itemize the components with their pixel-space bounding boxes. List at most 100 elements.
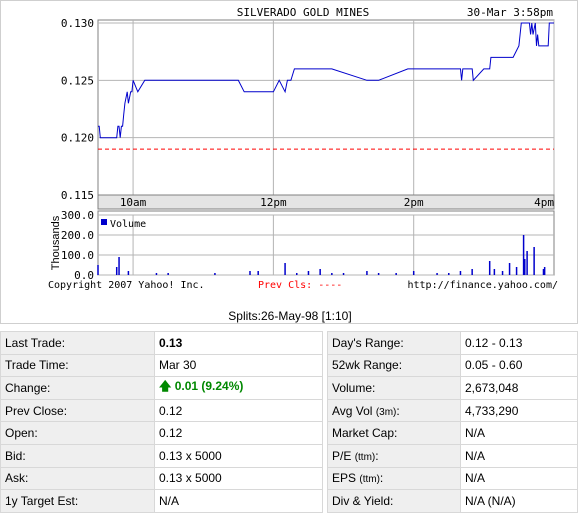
ask-label: Ask: xyxy=(0,466,155,491)
table-row: Market Cap: N/A xyxy=(327,421,578,445)
volume-plot-frame xyxy=(97,210,555,276)
price-tick-label: 0.130 xyxy=(61,17,94,30)
change-label: Change: xyxy=(0,376,155,400)
volume-label: Volume: xyxy=(327,376,461,400)
table-row: Day's Range: 0.12 - 0.13 xyxy=(327,331,578,355)
price-grid xyxy=(97,19,555,275)
eps-period: (ttm) xyxy=(359,474,380,486)
stock-chart-panel: SILVERADO GOLD MINES 30-Mar 3:58pm 0.130… xyxy=(0,0,578,324)
pe-label: P/E (ttm): xyxy=(327,443,461,468)
volume-bar xyxy=(412,271,415,275)
table-row: Avg Vol (3m): 4,733,290 xyxy=(327,398,578,423)
table-row: EPS (ttm): N/A xyxy=(327,466,578,491)
prev-close-label: Prev Cls: ---- xyxy=(258,280,342,291)
volume-bar xyxy=(115,267,118,275)
volume-value: 2,673,048 xyxy=(460,376,578,400)
volume-bar xyxy=(257,271,259,275)
table-row: Prev Close: 0.12 xyxy=(0,398,323,423)
volume-bar xyxy=(493,269,496,275)
volume-bar xyxy=(515,267,518,275)
volume-bar xyxy=(395,273,397,275)
volume-bar xyxy=(118,257,120,275)
time-axis-bar xyxy=(97,194,555,210)
eps-label: EPS (ttm): xyxy=(327,466,461,491)
table-row: Ask: 0.13 x 5000 xyxy=(0,466,323,491)
last-trade-label: Last Trade: xyxy=(0,331,155,355)
volume-bar xyxy=(436,273,438,275)
volume-bar xyxy=(155,273,158,275)
time-tick-labels: 10am 12pm 2pm 4pm xyxy=(97,194,555,210)
volume-bar xyxy=(97,265,99,275)
pe-value: N/A xyxy=(460,443,578,468)
volume-bar xyxy=(249,271,251,275)
source-url[interactable]: http://finance.yahoo.com/ xyxy=(407,280,558,291)
52wk-range-label: 52wk Range: xyxy=(327,353,461,378)
volume-bar xyxy=(459,271,462,275)
volume-bar xyxy=(543,267,546,275)
volume-bar xyxy=(526,251,528,275)
volume-legend-label: Volume xyxy=(110,219,146,230)
chart-title: SILVERADO GOLD MINES xyxy=(237,6,369,19)
volume-bar xyxy=(127,271,130,275)
splits-info: Splits:26-May-98 [1:10] xyxy=(228,309,352,323)
price-tick-label: 0.125 xyxy=(61,74,94,87)
volume-grid xyxy=(97,210,555,276)
prev-close-row-label: Prev Close: xyxy=(0,398,155,423)
pe-period: (ttm) xyxy=(354,451,376,463)
volume-legend-swatch xyxy=(101,219,107,225)
volume-bar xyxy=(319,269,321,275)
volume-bar xyxy=(508,263,511,275)
volume-bar xyxy=(331,273,333,275)
bid-value: 0.13 x 5000 xyxy=(154,443,323,468)
volume-bar xyxy=(296,273,298,275)
prev-close-value: 0.12 xyxy=(154,398,323,423)
volume-bar xyxy=(366,271,368,275)
time-tick-label: 10am xyxy=(120,196,147,209)
table-row: Volume: 2,673,048 xyxy=(327,376,578,400)
volume-tick-label: 300.0 xyxy=(61,209,94,222)
avg-vol-value: 4,733,290 xyxy=(460,398,578,423)
quote-summary-right: Day's Range: 0.12 - 0.13 52wk Range: 0.0… xyxy=(327,331,578,513)
last-trade-value: 0.13 xyxy=(154,331,323,355)
table-row: P/E (ttm): N/A xyxy=(327,443,578,468)
up-arrow-icon: 🡅 xyxy=(159,379,172,394)
time-tick-label: 2pm xyxy=(404,196,424,209)
table-row: 52wk Range: 0.05 - 0.60 xyxy=(327,353,578,378)
volume-bar xyxy=(471,269,473,275)
days-range-value: 0.12 - 0.13 xyxy=(460,331,578,355)
bid-label: Bid: xyxy=(0,443,155,468)
chart-datetime: 30-Mar 3:58pm xyxy=(467,6,553,19)
table-row: Last Trade: 0.13 xyxy=(0,331,323,355)
volume-tick-labels: 300.0200.0100.00.0 xyxy=(61,209,94,282)
table-row: Bid: 0.13 x 5000 xyxy=(0,443,323,468)
copyright-text: Copyright 2007 Yahoo! Inc. xyxy=(48,280,205,291)
eps-value: N/A xyxy=(460,466,578,491)
table-row: Open: 0.12 xyxy=(0,421,323,445)
price-plot-frame xyxy=(97,19,555,196)
trade-time-label: Trade Time: xyxy=(0,353,155,378)
avg-vol-label: Avg Vol (3m): xyxy=(327,398,461,423)
52wk-range-value: 0.05 - 0.60 xyxy=(460,353,578,378)
trade-time-value: Mar 30 xyxy=(154,353,323,378)
volume-bar xyxy=(377,273,380,275)
avg-vol-label-text: Avg Vol xyxy=(332,403,373,418)
volume-bar xyxy=(214,273,216,275)
eps-label-text: EPS xyxy=(332,471,357,486)
volume-bar xyxy=(448,273,450,275)
volume-bar xyxy=(342,273,345,275)
volume-tick-label: 200.0 xyxy=(61,229,94,242)
open-value: 0.12 xyxy=(154,421,323,445)
volume-bar xyxy=(284,263,286,275)
volume-tick-label: 100.0 xyxy=(61,249,94,262)
pe-label-text: P/E xyxy=(332,448,352,463)
quote-summary-left: Last Trade: 0.13 Trade Time: Mar 30 Chan… xyxy=(0,331,323,513)
table-row: Trade Time: Mar 30 xyxy=(0,353,323,378)
table-row: Change: 🡅 0.01 (9.24%) xyxy=(0,376,323,400)
avg-vol-period: (3m) xyxy=(375,406,397,418)
days-range-label: Day's Range: xyxy=(327,331,461,355)
volume-bar xyxy=(488,261,491,275)
price-tick-label: 0.120 xyxy=(61,132,94,145)
ask-value: 0.13 x 5000 xyxy=(154,466,323,491)
market-cap-label: Market Cap: xyxy=(327,421,461,445)
change-value: 0.01 (9.24%) xyxy=(174,379,244,394)
